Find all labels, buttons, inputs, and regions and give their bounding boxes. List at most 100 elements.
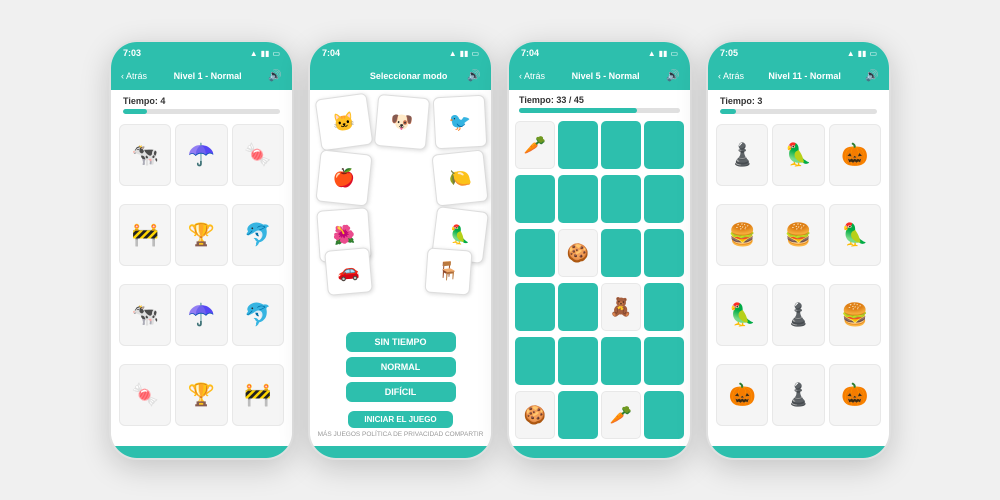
header-title: Nivel 5 - Normal — [572, 71, 640, 81]
memory-cell[interactable] — [644, 391, 684, 439]
sound-icon[interactable]: 🔊 — [865, 69, 879, 82]
memory-cell[interactable] — [601, 175, 641, 223]
timer-bar-bg — [123, 109, 280, 114]
memory-cell[interactable]: 🧸 — [601, 283, 641, 331]
image-cell[interactable]: 🎃 — [829, 124, 881, 186]
scattered-card: 🐶 — [374, 94, 430, 150]
header-title: Seleccionar modo — [370, 71, 448, 81]
memory-cell[interactable]: 🥕 — [515, 121, 555, 169]
header-title: Nivel 1 - Normal — [174, 71, 242, 81]
back-button[interactable]: ‹ Atrás — [121, 71, 147, 81]
image-cell[interactable]: 🍬 — [119, 364, 171, 426]
memory-cell[interactable] — [601, 229, 641, 277]
mode-buttons: SIN TIEMPO NORMAL DIFÍCIL INICIAR EL JUEGO — [316, 332, 485, 428]
mode-btn-normal[interactable]: NORMAL — [346, 357, 456, 377]
image-cell[interactable]: 🏆 — [175, 204, 227, 266]
sound-icon[interactable]: 🔊 — [666, 69, 680, 82]
start-game-button[interactable]: INICIAR EL JUEGO — [348, 411, 452, 428]
signal-icon: ▮▮ — [460, 49, 469, 58]
status-time: 7:05 — [720, 48, 738, 58]
image-cell[interactable]: ♟️ — [772, 284, 824, 346]
phone-body: Tiempo: 33 / 45🥕🍪🧸🍪🥕 — [509, 90, 690, 446]
scattered-cards: 🐱🐶🐦🍎🍋🌺🦜🚗🪑 — [316, 94, 485, 332]
status-icons: ▲ ▮▮ ▭ — [449, 49, 479, 58]
image-cell[interactable]: 🚧 — [232, 364, 284, 426]
wifi-icon: ▲ — [847, 49, 855, 58]
scattered-card: 🍎 — [315, 149, 372, 206]
image-grid: ♟️🦜🎃🍔🍔🦜🦜♟️🍔🎃♟️🎃 — [708, 118, 889, 446]
image-cell[interactable]: 🍔 — [772, 204, 824, 266]
memory-cell[interactable] — [644, 121, 684, 169]
image-cell[interactable]: 🎃 — [829, 364, 881, 426]
phone-frame-1: 7:03 ▲ ▮▮ ▭ ‹ Atrás Nivel 1 - Normal 🔊 T… — [109, 40, 294, 460]
image-cell[interactable]: 🐬 — [232, 204, 284, 266]
timer-bar-fill — [720, 109, 736, 114]
progress-bar-fill — [519, 108, 637, 113]
memory-cell[interactable] — [644, 229, 684, 277]
back-button[interactable]: ‹ Atrás — [718, 71, 744, 81]
sound-icon[interactable]: 🔊 — [268, 69, 282, 82]
image-cell[interactable]: 🦜 — [829, 204, 881, 266]
image-cell[interactable]: 🦜 — [772, 124, 824, 186]
image-cell[interactable]: ☂️ — [175, 284, 227, 346]
chevron-left-icon: ‹ — [718, 71, 721, 81]
image-cell[interactable]: ♟️ — [772, 364, 824, 426]
image-cell[interactable]: 🐬 — [232, 284, 284, 346]
back-button[interactable]: ‹ Atrás — [519, 71, 545, 81]
memory-cell[interactable] — [515, 229, 555, 277]
image-cell[interactable]: 🍔 — [716, 204, 768, 266]
memory-cell[interactable] — [558, 175, 598, 223]
image-cell[interactable]: ♟️ — [716, 124, 768, 186]
image-cell[interactable]: ☂️ — [175, 124, 227, 186]
memory-cell[interactable] — [601, 337, 641, 385]
memory-cell[interactable] — [558, 283, 598, 331]
memory-cell[interactable] — [558, 391, 598, 439]
phone-bottom-bar — [111, 446, 292, 458]
memory-cell[interactable] — [515, 283, 555, 331]
image-cell[interactable]: 🦜 — [716, 284, 768, 346]
phone-bottom-bar — [310, 446, 491, 458]
phone-header: ‹ Atrás Nivel 1 - Normal 🔊 — [111, 64, 292, 90]
memory-cell[interactable]: 🍪 — [558, 229, 598, 277]
mode-btn-sin-tiempo[interactable]: SIN TIEMPO — [346, 332, 456, 352]
phone-body: 🐱🐶🐦🍎🍋🌺🦜🚗🪑SIN TIEMPONORMALDIFÍCILINICIAR … — [310, 90, 491, 446]
image-cell[interactable]: 🚧 — [119, 204, 171, 266]
mode-btn-difícil[interactable]: DIFÍCIL — [346, 382, 456, 402]
wifi-icon: ▲ — [250, 49, 258, 58]
timer-label: Tiempo: 3 — [720, 96, 877, 106]
image-cell[interactable]: 🎃 — [716, 364, 768, 426]
memory-cell[interactable] — [644, 175, 684, 223]
timer-bar-fill — [123, 109, 147, 114]
memory-cell[interactable] — [644, 337, 684, 385]
battery-icon: ▭ — [670, 49, 678, 58]
memory-cell[interactable] — [515, 337, 555, 385]
status-icons: ▲ ▮▮ ▭ — [847, 49, 877, 58]
header-title: Nivel 11 - Normal — [768, 71, 841, 81]
back-label: Atrás — [723, 71, 744, 81]
wifi-icon: ▲ — [449, 49, 457, 58]
status-bar: 7:05 ▲ ▮▮ ▭ — [708, 42, 889, 64]
image-cell[interactable]: 🐄 — [119, 124, 171, 186]
phone-bottom-bar — [509, 446, 690, 458]
image-cell[interactable]: 🍬 — [232, 124, 284, 186]
wifi-icon: ▲ — [648, 49, 656, 58]
status-time: 7:04 — [322, 48, 340, 58]
memory-cell[interactable] — [558, 337, 598, 385]
memory-cell[interactable]: 🍪 — [515, 391, 555, 439]
timer-label: Tiempo: 4 — [123, 96, 280, 106]
memory-grid: 🥕🍪🧸🍪🥕 — [509, 117, 690, 446]
memory-cell[interactable] — [601, 121, 641, 169]
status-bar: 7:04 ▲ ▮▮ ▭ — [509, 42, 690, 64]
memory-cell[interactable] — [515, 175, 555, 223]
image-cell[interactable]: 🐄 — [119, 284, 171, 346]
memory-cell[interactable] — [644, 283, 684, 331]
image-cell[interactable]: 🏆 — [175, 364, 227, 426]
scattered-card: 🍋 — [431, 149, 488, 206]
memory-cell[interactable]: 🥕 — [601, 391, 641, 439]
chevron-left-icon: ‹ — [121, 71, 124, 81]
memory-cell[interactable] — [558, 121, 598, 169]
sound-icon[interactable]: 🔊 — [467, 69, 481, 82]
scattered-card: 🪑 — [424, 247, 472, 295]
image-cell[interactable]: 🍔 — [829, 284, 881, 346]
phone-bottom-bar — [708, 446, 889, 458]
